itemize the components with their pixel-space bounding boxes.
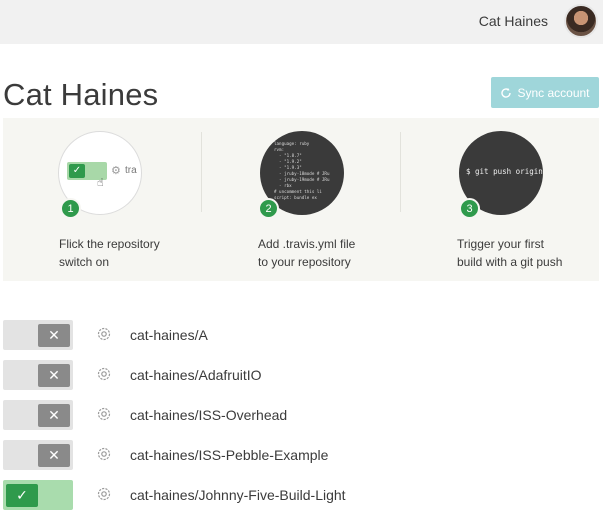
repo-name[interactable]: cat-haines/Johnny-Five-Build-Light — [130, 487, 346, 503]
repo-toggle[interactable]: ✕ — [3, 360, 73, 390]
avatar[interactable] — [564, 4, 598, 38]
repo-row: ✕ cat-haines/ISS-Overhead — [3, 400, 599, 436]
repo-row: ✕ cat-haines/AdafruitIO — [3, 360, 599, 396]
step-number-badge: 2 — [258, 198, 279, 219]
onboarding-steps: ✓ ⚙ tra ☝ 1 Flick the repository switch … — [3, 118, 599, 281]
x-icon: ✕ — [38, 404, 70, 427]
repo-toggle[interactable]: ✕ — [3, 400, 73, 430]
x-icon: ✕ — [38, 364, 70, 387]
check-icon: ✓ — [6, 484, 38, 507]
repo-name[interactable]: cat-haines/A — [130, 327, 208, 343]
step-line: Flick the repository — [59, 237, 160, 251]
step-description: Trigger your first build with a git push — [457, 235, 603, 271]
step-description: Add .travis.yml file to your repository — [258, 235, 408, 271]
step-description: Flick the repository switch on — [59, 235, 209, 271]
step-line: build with a git push — [457, 255, 563, 269]
settings-gear-icon[interactable] — [95, 325, 113, 343]
repo-toggle[interactable]: ✕ — [3, 440, 73, 470]
gear-icon: ⚙ — [111, 165, 121, 177]
check-icon: ✓ — [69, 164, 85, 178]
repo-name[interactable]: cat-haines/AdafruitIO — [130, 367, 262, 383]
repo-name[interactable]: cat-haines/ISS-Pebble-Example — [130, 447, 328, 463]
sync-account-label: Sync account — [517, 85, 590, 100]
repo-toggle[interactable]: ✓ — [3, 480, 73, 510]
repo-name-snippet: tra — [125, 165, 137, 176]
settings-gear-icon[interactable] — [95, 445, 113, 463]
step-line: switch on — [59, 255, 110, 269]
cursor-icon: ☝ — [97, 177, 104, 189]
settings-gear-icon[interactable] — [95, 485, 113, 503]
travis-yml-snippet: language: ruby rvm: - "1.8.7" - "1.9.2" … — [274, 141, 330, 200]
repo-toggle[interactable]: ✕ — [3, 320, 73, 350]
top-bar: Cat Haines — [0, 0, 603, 44]
repo-row: ✕ cat-haines/A — [3, 320, 599, 356]
step-number-badge: 3 — [459, 198, 480, 219]
sync-icon — [501, 87, 512, 98]
repo-name[interactable]: cat-haines/ISS-Overhead — [130, 407, 287, 423]
step-line: to your repository — [258, 255, 351, 269]
sync-account-button[interactable]: Sync account — [491, 77, 599, 108]
x-icon: ✕ — [38, 324, 70, 347]
x-icon: ✕ — [38, 444, 70, 467]
step-line: Add .travis.yml file — [258, 237, 356, 251]
step-line: Trigger your first — [457, 237, 544, 251]
step-2: language: ruby rvm: - "1.8.7" - "1.9.2" … — [202, 118, 401, 281]
step-number-badge: 1 — [60, 198, 81, 219]
user-name[interactable]: Cat Haines — [479, 13, 548, 29]
settings-gear-icon[interactable] — [95, 405, 113, 423]
repo-row: ✕ cat-haines/ISS-Pebble-Example — [3, 440, 599, 476]
repo-row: ✓ cat-haines/Johnny-Five-Build-Light — [3, 480, 599, 512]
page-title: Cat Haines — [3, 77, 159, 112]
step-1: ✓ ⚙ tra ☝ 1 Flick the repository switch … — [3, 118, 202, 281]
git-push-command: $ git push origin — [466, 167, 543, 176]
settings-gear-icon[interactable] — [95, 365, 113, 383]
step-3: $ git push origin 3 Trigger your first b… — [401, 118, 600, 281]
